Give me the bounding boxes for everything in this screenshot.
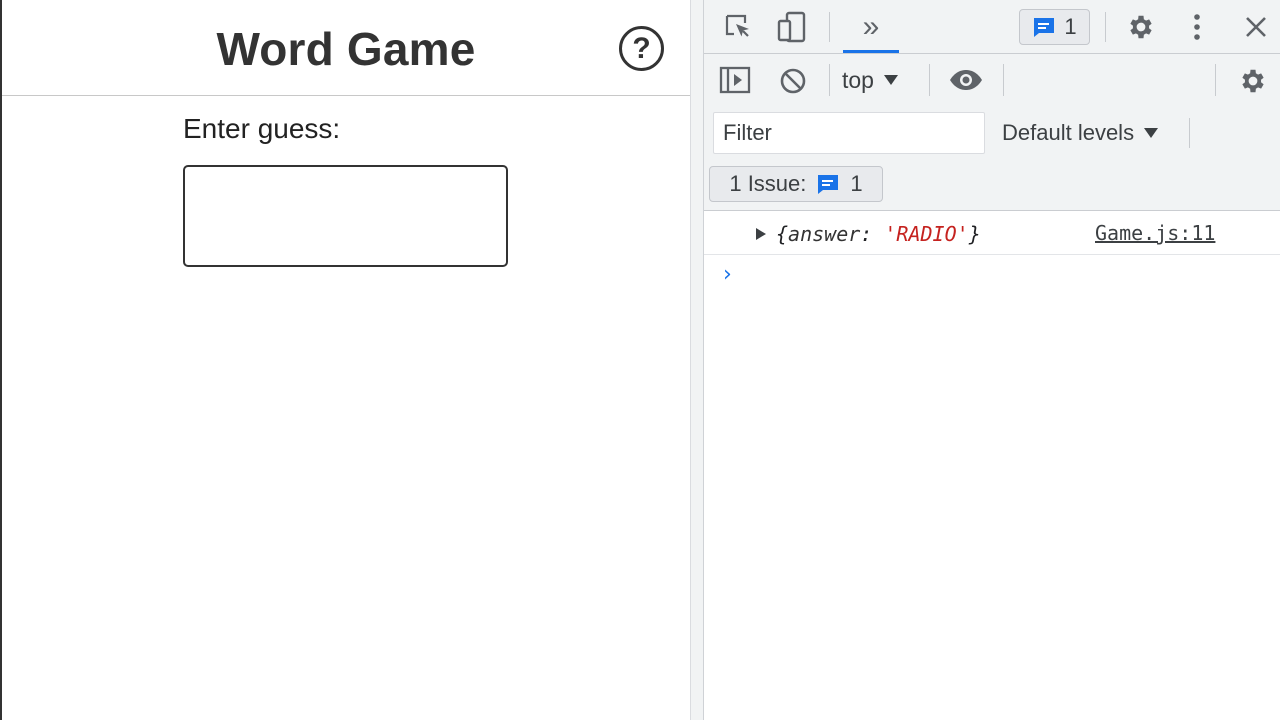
object-key: answer bbox=[788, 222, 861, 246]
context-label: top bbox=[842, 66, 874, 93]
settings-gear-icon[interactable] bbox=[1123, 10, 1159, 44]
device-toolbar-icon[interactable] bbox=[774, 9, 810, 45]
issues-row: 1 Issue: 1 bbox=[704, 160, 1280, 211]
toolbar-divider bbox=[1215, 64, 1216, 96]
console-message-row: {answer: 'RADIO'} Game.js:11 bbox=[704, 212, 1280, 255]
filter-input[interactable] bbox=[713, 112, 985, 154]
dropdown-triangle-icon bbox=[883, 75, 898, 85]
live-expression-eye-icon[interactable] bbox=[948, 66, 984, 94]
app-title: Word Game bbox=[216, 23, 476, 75]
message-icon bbox=[1034, 18, 1055, 37]
console-object-preview[interactable]: {answer: 'RADIO'} bbox=[776, 222, 981, 246]
log-levels-label: Default levels bbox=[1002, 120, 1135, 145]
app-header: Word Game ? bbox=[2, 0, 690, 96]
log-levels-dropdown[interactable]: Default levels bbox=[1002, 116, 1159, 150]
help-icon: ? bbox=[632, 31, 651, 65]
more-options-icon[interactable] bbox=[1180, 10, 1214, 44]
toolbar-divider bbox=[1105, 12, 1106, 42]
guess-label: Enter guess: bbox=[183, 113, 341, 144]
console-toolbar: top bbox=[704, 54, 1280, 106]
active-tab-indicator bbox=[843, 50, 899, 53]
source-link[interactable]: Game.js:11 bbox=[1095, 221, 1215, 245]
dropdown-triangle-icon bbox=[1144, 128, 1159, 138]
toolbar-divider bbox=[829, 64, 830, 96]
key-separator: : bbox=[860, 222, 885, 246]
context-selector[interactable]: top bbox=[842, 64, 898, 96]
toolbar-divider bbox=[1003, 64, 1004, 96]
app-page: Word Game ? Enter guess: bbox=[0, 0, 690, 720]
devtools-splitter[interactable] bbox=[690, 0, 704, 720]
toolbar-divider bbox=[1189, 118, 1190, 148]
prompt-chevron-icon: › bbox=[723, 262, 732, 287]
open-brace: { bbox=[776, 222, 789, 246]
toolbar-divider bbox=[829, 12, 830, 42]
close-icon[interactable] bbox=[1239, 10, 1273, 44]
guess-input[interactable] bbox=[183, 165, 508, 267]
expand-triangle-icon[interactable] bbox=[756, 228, 766, 240]
devtools-main-toolbar: » 1 bbox=[704, 0, 1280, 54]
close-brace: } bbox=[968, 222, 981, 246]
issues-label: 1 Issue: bbox=[729, 171, 807, 196]
more-tabs-button[interactable]: » bbox=[843, 0, 899, 53]
issues-badge-button[interactable]: 1 bbox=[1019, 9, 1090, 45]
help-button[interactable]: ? bbox=[619, 26, 664, 71]
inspect-element-icon[interactable] bbox=[720, 10, 756, 44]
toolbar-divider bbox=[929, 64, 930, 96]
console-filter-row: Default levels bbox=[704, 106, 1280, 160]
issues-count: 1 bbox=[850, 171, 863, 196]
console-prompt[interactable]: › bbox=[704, 256, 1280, 296]
object-value: 'RADIO' bbox=[884, 222, 969, 246]
issues-count-button[interactable]: 1 Issue: 1 bbox=[709, 166, 883, 202]
message-icon bbox=[818, 175, 839, 194]
issues-badge-count: 1 bbox=[1064, 14, 1077, 39]
devtools-panel: » 1 top Filter Default levels 1 Issue: 1… bbox=[704, 0, 1280, 720]
clear-console-icon[interactable] bbox=[777, 65, 809, 97]
console-settings-gear-icon[interactable] bbox=[1237, 65, 1269, 97]
show-sidebar-icon[interactable] bbox=[718, 65, 752, 95]
